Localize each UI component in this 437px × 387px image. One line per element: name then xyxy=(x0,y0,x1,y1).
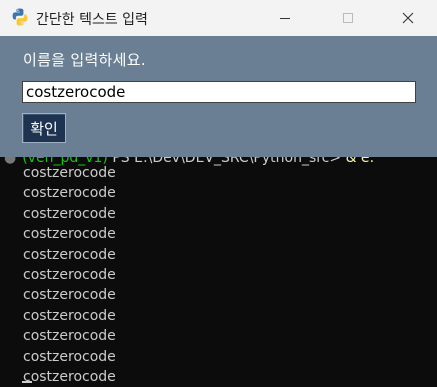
dialog-titlebar[interactable]: 간단한 텍스트 입력 xyxy=(0,0,437,36)
name-input[interactable] xyxy=(22,81,416,103)
output-line: costzerocode xyxy=(23,368,116,385)
output-line: costzerocode xyxy=(23,266,116,283)
output-line: costzerocode xyxy=(23,246,116,263)
minimize-button[interactable] xyxy=(262,0,308,36)
output-line: costzerocode xyxy=(23,307,116,324)
dialog-title: 간단한 텍스트 입력 xyxy=(36,12,148,28)
terminal-cursor xyxy=(22,381,32,383)
output-line: costzerocode xyxy=(23,328,116,345)
output-line: costzerocode xyxy=(23,226,116,243)
output-line: costzerocode xyxy=(23,205,116,222)
close-button[interactable] xyxy=(385,0,431,36)
confirm-button[interactable]: 확인 xyxy=(22,113,66,143)
minimize-icon xyxy=(280,17,290,19)
close-icon xyxy=(402,12,414,24)
output-line: costzerocode xyxy=(23,165,116,181)
output-line: costzerocode xyxy=(23,348,116,365)
python-icon xyxy=(10,7,30,27)
terminal-output: costzerocode costzerocode costzerocode c… xyxy=(23,163,116,387)
input-dialog: 간단한 텍스트 입력 이름을 입력하세요. 확인 xyxy=(0,0,437,157)
maximize-icon xyxy=(343,13,353,23)
output-line: costzerocode xyxy=(23,185,116,202)
prompt-label: 이름을 입력하세요. xyxy=(23,51,146,69)
maximize-button[interactable] xyxy=(325,0,371,36)
output-line: costzerocode xyxy=(23,287,116,304)
